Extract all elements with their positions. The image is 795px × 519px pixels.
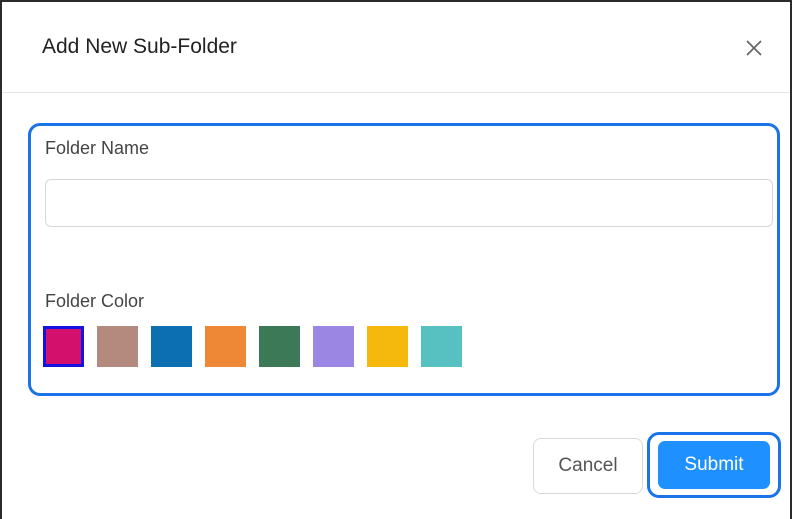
folder-name-input[interactable]: [45, 179, 773, 227]
folder-form: Folder Name Folder Color: [28, 123, 780, 396]
color-swatch-magenta[interactable]: [43, 326, 84, 367]
submit-focus-ring: Submit: [647, 432, 781, 498]
color-swatch-green[interactable]: [259, 326, 300, 367]
folder-name-label: Folder Name: [45, 138, 150, 158]
color-swatch-rose-brown[interactable]: [97, 326, 138, 367]
color-swatch-blue[interactable]: [151, 326, 192, 367]
folder-color-label: Folder Color: [45, 291, 145, 311]
dialog-header: Add New Sub-Folder: [2, 2, 790, 93]
color-swatch-teal[interactable]: [421, 326, 462, 367]
color-swatch-orange[interactable]: [205, 326, 246, 367]
submit-button[interactable]: Submit: [658, 441, 770, 489]
dialog-title: Add New Sub-Folder: [42, 35, 237, 58]
color-swatch-group: [43, 326, 462, 367]
close-button[interactable]: [742, 36, 766, 60]
color-swatch-yellow[interactable]: [367, 326, 408, 367]
cancel-button[interactable]: Cancel: [533, 438, 643, 494]
color-swatch-lavender[interactable]: [313, 326, 354, 367]
add-subfolder-dialog: Add New Sub-Folder Folder Name Folder Co…: [0, 0, 792, 519]
close-icon: [746, 40, 762, 56]
